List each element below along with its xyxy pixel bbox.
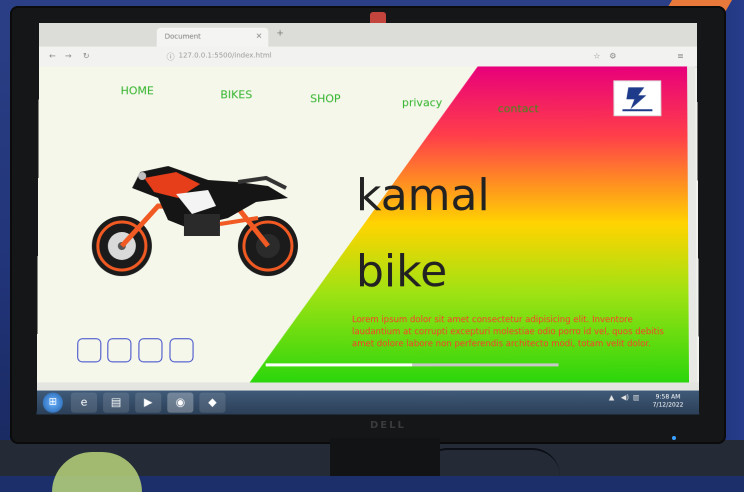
website: HOME BIKES SHOP privacy contact kamal bi…	[36, 66, 696, 383]
vertical-scrollbar[interactable]	[687, 66, 698, 383]
tab-close-icon[interactable]: ✕	[256, 32, 263, 41]
hero-title-line1: kamal	[355, 170, 490, 221]
windows-start-icon[interactable]: ⊞	[42, 392, 63, 413]
bike-brand-logo-icon[interactable]	[613, 80, 662, 117]
thumbnail-3[interactable]	[138, 338, 163, 363]
monitor-brand: DELL	[370, 420, 406, 431]
browser-tabbar: Document ✕ +	[39, 22, 697, 47]
browser-address-bar: ← → ↻ ⓘ 127.0.0.1:5500/index.html ☆ ⚙ ≡	[38, 46, 698, 68]
settings-icon[interactable]: ⚙	[609, 52, 616, 61]
nav-bikes[interactable]: BIKES	[220, 88, 252, 101]
tab-title: Document	[164, 32, 201, 41]
info-icon: ⓘ	[166, 52, 175, 62]
nav-privacy[interactable]: privacy	[402, 96, 442, 109]
new-tab-icon[interactable]: +	[276, 29, 284, 39]
horizontal-scrollbar[interactable]	[36, 382, 700, 391]
back-icon[interactable]: ←	[49, 52, 56, 61]
taskbar-clock[interactable]: 9:58 AM 7/12/2022	[645, 394, 691, 410]
nav-shop[interactable]: SHOP	[310, 92, 340, 105]
windows-taskbar: ⊞ e ▤ ▶ ◉ ◆ ▲ ◀) ▥ 9:58 AM 7/12/2022	[36, 390, 700, 415]
file-explorer-icon[interactable]: ▤	[103, 392, 130, 413]
vscode-icon[interactable]: ◆	[199, 392, 226, 413]
thumbnail-2[interactable]	[107, 338, 132, 363]
clock-date: 7/12/2022	[652, 401, 684, 409]
slide-progress-fill	[265, 363, 413, 367]
nav-contact[interactable]: contact	[498, 102, 539, 115]
hero-description: Lorem ipsum dolor sit amet consectetur a…	[351, 315, 664, 350]
monitor-screen: Document ✕ + ← → ↻ ⓘ 127.0.0.1:5500/inde…	[36, 22, 700, 415]
monitor-cable	[420, 448, 560, 476]
clock-time: 9:58 AM	[655, 393, 681, 401]
volume-icon[interactable]: ◀)	[621, 394, 629, 402]
firefox-icon[interactable]: ◉	[167, 392, 194, 413]
reload-icon[interactable]: ↻	[83, 52, 90, 61]
power-led	[672, 436, 676, 440]
thumbnail-4[interactable]	[169, 338, 194, 363]
url-field[interactable]: 127.0.0.1:5500/index.html	[179, 52, 272, 60]
browser-tab[interactable]: Document ✕	[156, 27, 269, 47]
show-hidden-icons-icon[interactable]: ▲	[609, 394, 614, 402]
hero-title-line2: bike	[355, 246, 448, 298]
monitor-stand	[330, 438, 440, 476]
menu-icon[interactable]: ≡	[677, 52, 684, 61]
internet-explorer-icon[interactable]: e	[70, 392, 98, 413]
forward-icon[interactable]: →	[65, 52, 72, 61]
network-icon[interactable]: ▥	[633, 394, 640, 402]
nav-home[interactable]: HOME	[121, 84, 154, 97]
slide-progress-track	[265, 363, 559, 367]
thumbnail-1[interactable]	[77, 338, 102, 363]
media-player-icon[interactable]: ▶	[135, 392, 162, 413]
bookmark-icon[interactable]: ☆	[593, 52, 600, 61]
motorcycle-image	[91, 166, 298, 276]
